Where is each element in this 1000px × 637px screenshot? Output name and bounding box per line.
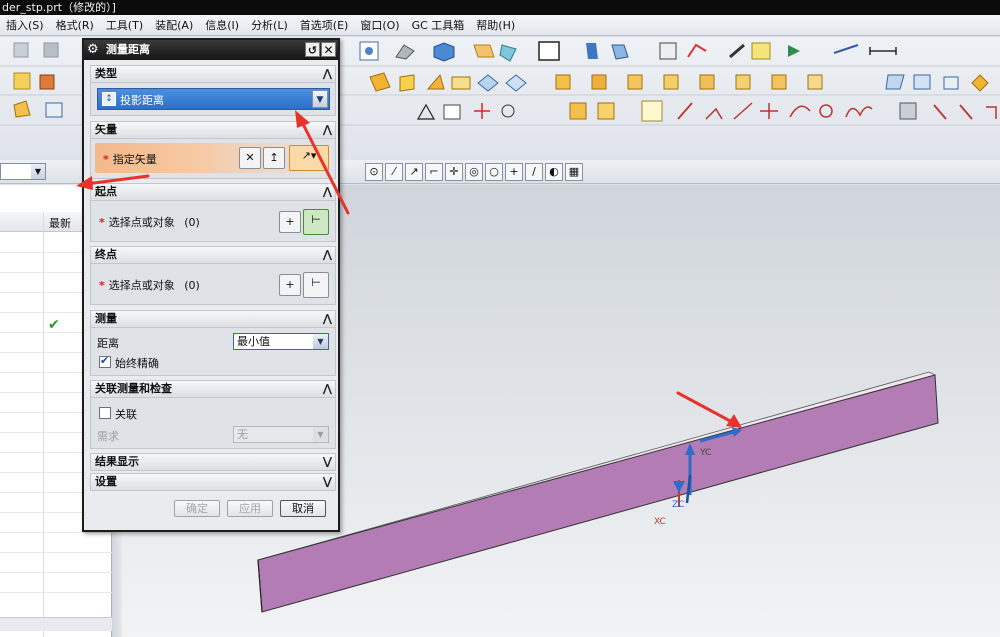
annotation-arrowhead [295,110,310,128]
annotation-arrow-type [300,120,350,215]
annotation-arrow-part [676,391,734,424]
annotation-arrow-vector [84,174,150,186]
annotation-overlay [76,110,742,428]
annotation-arrowhead [76,176,93,190]
